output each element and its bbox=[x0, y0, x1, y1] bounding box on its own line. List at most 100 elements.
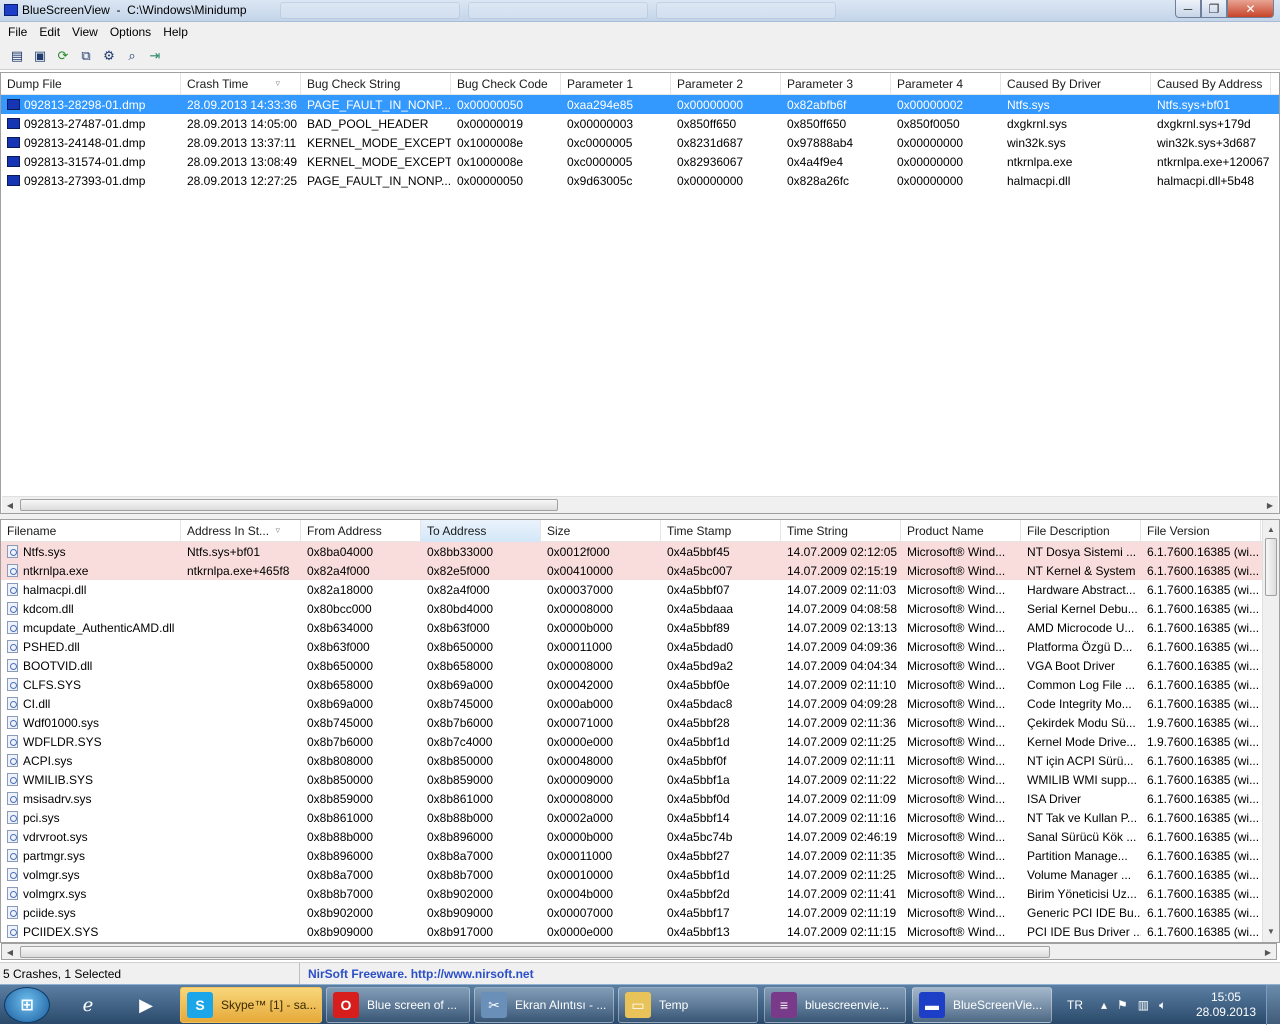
menu-file[interactable]: File bbox=[2, 25, 33, 39]
table-row[interactable]: WMILIB.SYS 0x8b850000 0x8b859000 0x00009000… bbox=[1, 770, 1262, 789]
table-cell bbox=[181, 808, 301, 827]
table-row[interactable]: ntkrnlpa.exe ntkrnlpa.exe+465f8 0x82a4f000… bbox=[1, 561, 1262, 580]
hscroll-thumb[interactable] bbox=[20, 499, 558, 511]
column-header[interactable]: Product Name bbox=[901, 520, 1021, 542]
column-header[interactable]: Time String bbox=[781, 520, 901, 542]
clock[interactable]: 15:05 28.09.2013 bbox=[1196, 990, 1256, 1020]
save-icon[interactable]: ▣ bbox=[31, 47, 49, 65]
scroll-left-arrow[interactable]: ◀ bbox=[2, 498, 18, 513]
exit-icon[interactable]: ⇥ bbox=[146, 47, 164, 65]
taskbar-button[interactable]: ✂ Ekran Alıntısı - ... bbox=[474, 987, 614, 1023]
column-header-label: Caused By Address bbox=[1157, 77, 1263, 91]
table-row[interactable]: CI.dll 0x8b69a000 0x8b745000 0x000ab000 0x4a… bbox=[1, 694, 1262, 713]
volume-icon[interactable]: 🔈︎ bbox=[1159, 998, 1166, 1013]
find-icon[interactable]: ⌕ bbox=[123, 47, 141, 65]
column-header[interactable]: File Description bbox=[1021, 520, 1141, 542]
media-player-icon[interactable]: ▶ bbox=[120, 988, 172, 1022]
table-row[interactable]: msisadrv.sys 0x8b859000 0x8b861000 0x000080… bbox=[1, 789, 1262, 808]
scroll-right-arrow[interactable]: ▶ bbox=[1260, 945, 1276, 960]
taskbar-button[interactable]: S Skype™ [1] - sa... bbox=[180, 987, 322, 1023]
maximize-button[interactable]: ❐ bbox=[1201, 0, 1227, 18]
taskbar-button[interactable]: ≡ bluescreenvie... bbox=[764, 987, 906, 1023]
language-indicator[interactable]: TR bbox=[1067, 998, 1083, 1012]
column-header[interactable]: Filename bbox=[1, 520, 181, 542]
table-row[interactable]: PSHED.dll 0x8b63f000 0x8b650000 0x00011000 0… bbox=[1, 637, 1262, 656]
column-header[interactable]: Bug Check Code bbox=[451, 73, 561, 95]
table-row[interactable]: partmgr.sys 0x8b896000 0x8b8a7000 0x0001100… bbox=[1, 846, 1262, 865]
table-row[interactable]: Wdf01000.sys 0x8b745000 0x8b7b6000 0x000710… bbox=[1, 713, 1262, 732]
table-row[interactable]: CLFS.SYS 0x8b658000 0x8b69a000 0x00042000 0x… bbox=[1, 675, 1262, 694]
table-row[interactable]: mcupdate_AuthenticAMD.dll 0x8b634000 0x8b6… bbox=[1, 618, 1262, 637]
table-row[interactable]: 092813-24148-01.dmp 28.09.2013 13:37:11 KE… bbox=[1, 133, 1279, 152]
table-row[interactable]: WDFLDR.SYS 0x8b7b6000 0x8b7c4000 0x0000e000… bbox=[1, 732, 1262, 751]
table-row[interactable]: 092813-28298-01.dmp 28.09.2013 14:33:36 PA… bbox=[1, 95, 1279, 114]
menu-options[interactable]: Options bbox=[104, 25, 157, 39]
column-header[interactable]: From Address bbox=[301, 520, 421, 542]
vscroll-thumb[interactable] bbox=[1265, 538, 1277, 596]
menu-edit[interactable]: Edit bbox=[33, 25, 66, 39]
column-header[interactable]: Parameter 4 bbox=[891, 73, 1001, 95]
scroll-right-arrow[interactable]: ▶ bbox=[1262, 498, 1278, 513]
internet-explorer-icon[interactable]: ℯ bbox=[62, 988, 114, 1022]
cell-text: 0x00011000 bbox=[547, 849, 613, 863]
column-header[interactable]: Parameter 1 bbox=[561, 73, 671, 95]
cell-text: WDFLDR.SYS bbox=[23, 734, 102, 749]
show-desktop-button[interactable] bbox=[1266, 985, 1280, 1025]
table-row[interactable]: pciide.sys 0x8b902000 0x8b909000 0x00007000… bbox=[1, 903, 1262, 922]
show-hidden-icons-icon[interactable]: ▴ bbox=[1101, 998, 1107, 1012]
cell-text: 0x82abfb6f bbox=[787, 98, 847, 112]
column-header[interactable]: Address In St... ▿ bbox=[181, 520, 301, 542]
menu-help[interactable]: Help bbox=[157, 25, 194, 39]
table-row[interactable]: halmacpi.dll 0x82a18000 0x82a4f000 0x000370… bbox=[1, 580, 1262, 599]
copy-icon[interactable]: ⧉ bbox=[77, 47, 95, 65]
network-icon[interactable]: ▥ bbox=[1138, 998, 1149, 1012]
table-row[interactable]: Ntfs.sys Ntfs.sys+bf01 0x8ba04000 0x8bb3300… bbox=[1, 542, 1262, 561]
column-header[interactable]: Parameter 3 bbox=[781, 73, 891, 95]
nirsoft-link[interactable]: NirSoft Freeware. http://www.nirsoft.net bbox=[300, 967, 534, 981]
taskbar-button[interactable]: ▭ Temp bbox=[618, 987, 758, 1023]
column-header[interactable]: Caused By Address bbox=[1151, 73, 1271, 95]
column-header[interactable]: Size bbox=[541, 520, 661, 542]
column-header[interactable]: Crash Time ▿ bbox=[181, 73, 301, 95]
column-header[interactable]: Parameter 2 bbox=[671, 73, 781, 95]
column-header[interactable]: Dump File bbox=[1, 73, 181, 95]
crash-list[interactable]: Dump File Crash Time ▿ Bug Check String Bug … bbox=[0, 72, 1280, 514]
minimize-button[interactable]: ─ bbox=[1175, 0, 1201, 18]
menu-view[interactable]: View bbox=[66, 25, 104, 39]
driver-list-vscrollbar[interactable]: ▲ ▼ bbox=[1262, 520, 1279, 942]
scroll-up-arrow[interactable]: ▲ bbox=[1263, 522, 1279, 537]
taskbar-button[interactable]: O Blue screen of ... bbox=[326, 987, 470, 1023]
scroll-left-arrow[interactable]: ◀ bbox=[2, 945, 18, 960]
table-row[interactable]: kdcom.dll 0x80bcc000 0x80bd4000 0x00008000 0… bbox=[1, 599, 1262, 618]
column-header[interactable]: To Address bbox=[421, 520, 541, 542]
action-center-icon[interactable]: ⚑ bbox=[1117, 998, 1128, 1012]
table-row[interactable]: vdrvroot.sys 0x8b88b000 0x8b896000 0x0000b0… bbox=[1, 827, 1262, 846]
driver-list[interactable]: Filename Address In St... ▿ From Address To … bbox=[0, 519, 1280, 943]
column-header[interactable]: File Version bbox=[1141, 520, 1261, 542]
table-row[interactable]: 092813-27393-01.dmp 28.09.2013 12:27:25 PA… bbox=[1, 171, 1279, 190]
table-row[interactable]: volmgr.sys 0x8b8a7000 0x8b8b7000 0x00010000… bbox=[1, 865, 1262, 884]
table-cell: dxgkrnl.sys+179d bbox=[1151, 114, 1271, 133]
table-row[interactable]: volmgrx.sys 0x8b8b7000 0x8b902000 0x0004b00… bbox=[1, 884, 1262, 903]
driver-list-hscrollbar[interactable]: ◀ ▶ bbox=[1, 943, 1277, 960]
options-icon[interactable]: ⚙ bbox=[100, 47, 118, 65]
scroll-down-arrow[interactable]: ▼ bbox=[1263, 924, 1279, 939]
table-row[interactable]: 092813-27487-01.dmp 28.09.2013 14:05:00 BA… bbox=[1, 114, 1279, 133]
column-header[interactable]: Caused By Driver bbox=[1001, 73, 1151, 95]
properties-icon[interactable]: ▤ bbox=[8, 47, 26, 65]
crash-list-hscrollbar[interactable]: ◀ ▶ bbox=[2, 496, 1278, 513]
table-row[interactable]: PCIIDEX.SYS 0x8b909000 0x8b917000 0x0000e00… bbox=[1, 922, 1262, 941]
column-header[interactable]: Time Stamp bbox=[661, 520, 781, 542]
hscroll-thumb[interactable] bbox=[20, 946, 1050, 958]
close-button[interactable]: ✕ bbox=[1227, 0, 1274, 18]
table-row[interactable]: 092813-31574-01.dmp 28.09.2013 13:08:49 KE… bbox=[1, 152, 1279, 171]
cell-text: 6.1.7600.16385 (wi... bbox=[1147, 887, 1260, 901]
table-row[interactable]: BOOTVID.dll 0x8b650000 0x8b658000 0x0000800… bbox=[1, 656, 1262, 675]
start-button[interactable]: ⊞ bbox=[4, 987, 50, 1023]
refresh-icon[interactable]: ⟳ bbox=[54, 47, 72, 65]
column-header[interactable]: Bug Check String bbox=[301, 73, 451, 95]
taskbar-button[interactable]: ▬ BlueScreenVie... bbox=[912, 987, 1052, 1023]
table-row[interactable]: ACPI.sys 0x8b808000 0x8b850000 0x00048000 0x… bbox=[1, 751, 1262, 770]
table-row[interactable]: pci.sys 0x8b861000 0x8b88b000 0x0002a000 0x4… bbox=[1, 808, 1262, 827]
table-cell: 14.07.2009 02:11:25 bbox=[781, 732, 901, 751]
